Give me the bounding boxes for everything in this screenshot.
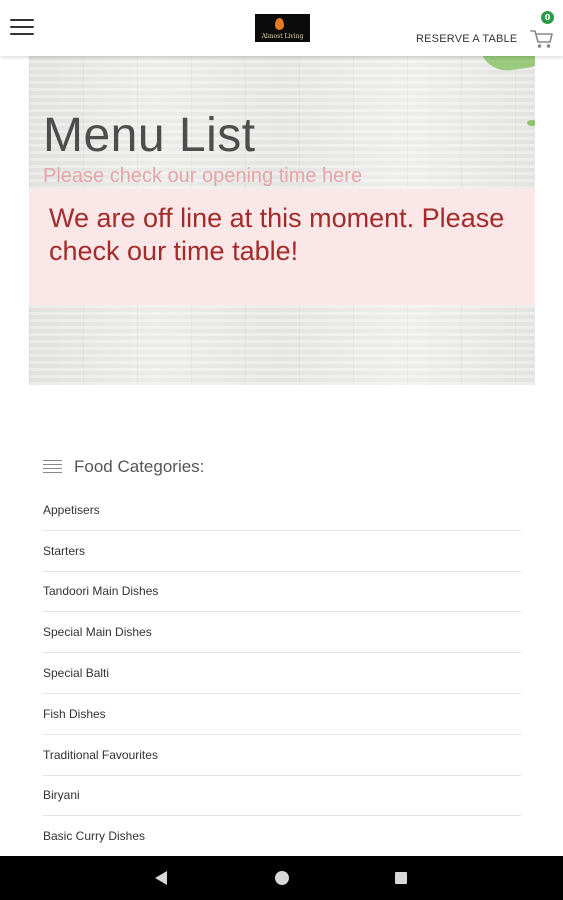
menu-hero-banner: Menu List Please check our opening time … (29, 56, 535, 385)
hamburger-icon[interactable] (10, 17, 34, 37)
home-circle-icon[interactable] (275, 871, 289, 885)
flame-icon (275, 18, 284, 30)
category-item-special-main-dishes[interactable]: Special Main Dishes (43, 612, 521, 654)
offline-message: We are off line at this moment. Please c… (49, 203, 505, 266)
back-triangle-icon[interactable] (155, 871, 167, 885)
cart-icon[interactable] (530, 28, 554, 50)
opening-time-link[interactable]: Please check our opening time here (43, 165, 362, 188)
category-item-fish-dishes[interactable]: Fish Dishes (43, 694, 521, 735)
leaf-decoration (479, 56, 535, 75)
category-item-special-balti[interactable]: Special Balti (43, 653, 521, 694)
category-label: Appetisers (43, 502, 100, 517)
logo-text: Almost Living (261, 33, 304, 40)
food-category-list: Appetisers Starters Tandoori Main Dishes… (43, 490, 521, 858)
leaf-decoration-small (527, 120, 535, 126)
app-header: Almost Living RESERVE A TABLE 0 (0, 0, 563, 56)
system-navigation-bar (0, 856, 563, 900)
reserve-table-link[interactable]: RESERVE A TABLE (416, 33, 517, 45)
category-item-biryani[interactable]: Biryani (43, 776, 521, 817)
category-label: Special Balti (43, 666, 110, 681)
category-item-starters[interactable]: Starters (43, 531, 521, 572)
category-item-traditional-favourites[interactable]: Traditional Favourites (43, 735, 521, 776)
food-categories-title: Food Categories: (74, 457, 205, 476)
offline-notice: We are off line at this moment. Please c… (29, 189, 535, 305)
category-label: Basic Curry Dishes (43, 829, 146, 844)
category-label: Fish Dishes (43, 706, 106, 721)
category-label: Starters (43, 543, 86, 558)
cart-count-badge: 0 (541, 11, 554, 24)
category-item-appetisers[interactable]: Appetisers (43, 490, 521, 531)
category-label: Special Main Dishes (43, 625, 152, 640)
recent-apps-square-icon[interactable] (395, 872, 407, 884)
restaurant-logo[interactable]: Almost Living (255, 14, 310, 42)
category-item-tandoori-main-dishes[interactable]: Tandoori Main Dishes (43, 572, 521, 613)
page-title: Menu List (43, 109, 256, 162)
category-item-basic-curry-dishes[interactable]: Basic Curry Dishes (43, 816, 521, 858)
category-label: Traditional Favourites (43, 747, 158, 762)
list-icon (43, 460, 62, 473)
category-label: Biryani (43, 788, 80, 803)
category-label: Tandoori Main Dishes (43, 584, 159, 599)
